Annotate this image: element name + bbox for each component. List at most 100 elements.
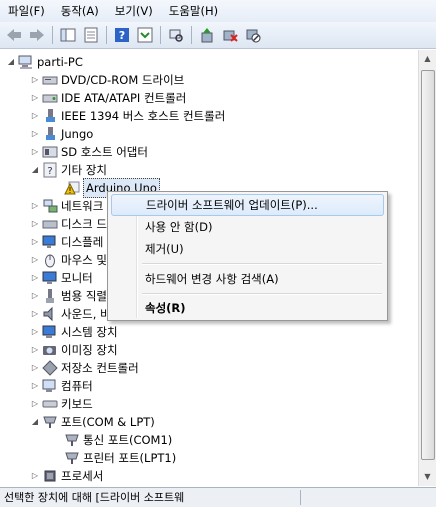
toolbar-separator bbox=[52, 26, 53, 44]
tree-item-sd[interactable]: ▷ SD 호스트 어댑터 bbox=[30, 143, 148, 161]
imaging-device-icon bbox=[42, 342, 58, 358]
tree-item-label: 저장소 컨트롤러 bbox=[61, 361, 139, 375]
expand-icon[interactable]: ▷ bbox=[30, 89, 40, 107]
tree-item-ide[interactable]: ▷ IDE ATA/ATAPI 컨트롤러 bbox=[30, 89, 186, 107]
menu-scan-hardware[interactable]: 하드웨어 변경 사항 검색(A) bbox=[111, 268, 384, 290]
menu-disable[interactable]: 사용 안 함(D) bbox=[111, 216, 384, 238]
forward-icon[interactable] bbox=[27, 25, 47, 45]
computer-icon bbox=[42, 378, 58, 394]
menu-uninstall[interactable]: 제거(U) bbox=[111, 238, 384, 260]
expand-icon[interactable]: ▷ bbox=[30, 233, 40, 251]
tree-item-sound[interactable]: ▷ 사운드, 비 bbox=[30, 305, 111, 323]
unknown-device-icon: ? bbox=[42, 162, 58, 178]
expand-icon[interactable]: ▷ bbox=[30, 359, 40, 377]
tree-item-label: 이미징 장치 bbox=[61, 343, 118, 357]
tree-item-label: IEEE 1394 버스 호스트 컨트롤러 bbox=[61, 109, 226, 123]
expand-icon[interactable]: ▷ bbox=[30, 107, 40, 125]
storage-controller-icon bbox=[42, 360, 58, 376]
ieee1394-icon bbox=[42, 108, 58, 124]
tree-item-storage[interactable]: ▷ 저장소 컨트롤러 bbox=[30, 359, 139, 377]
tree-item-mouse[interactable]: ▷ 마우스 및 bbox=[30, 251, 107, 269]
uninstall-icon[interactable] bbox=[220, 25, 240, 45]
disable-icon[interactable] bbox=[243, 25, 263, 45]
expand-icon[interactable]: ▷ bbox=[30, 215, 40, 233]
tree-item-label: IDE ATA/ATAPI 컨트롤러 bbox=[61, 91, 187, 105]
tree-item-label: 통신 포트(COM1) bbox=[83, 433, 173, 447]
display-adapter-icon bbox=[42, 234, 58, 250]
help-icon[interactable]: ? bbox=[112, 25, 132, 45]
vertical-scrollbar[interactable]: ▲ ▼ bbox=[418, 50, 436, 486]
tree-item-lpt1[interactable]: 프린터 포트(LPT1) bbox=[52, 449, 176, 467]
tree-item-com1[interactable]: 통신 포트(COM1) bbox=[52, 431, 172, 449]
collapse-icon[interactable]: ◢ bbox=[30, 161, 40, 179]
tree-item-label: 디스플레 bbox=[61, 235, 104, 249]
toolbar-separator bbox=[106, 26, 107, 44]
expand-icon[interactable]: ▷ bbox=[30, 71, 40, 89]
tree-item-dvd[interactable]: ▷ DVD/CD-ROM 드라이브 bbox=[30, 71, 184, 89]
collapse-icon[interactable]: ◢ bbox=[6, 53, 16, 71]
expand-icon[interactable]: ▷ bbox=[30, 341, 40, 359]
expand-icon[interactable]: ▷ bbox=[30, 323, 40, 341]
menu-action[interactable]: 동작(A) bbox=[53, 0, 107, 22]
expand-icon[interactable]: ▷ bbox=[30, 197, 40, 215]
menu-file[interactable]: 파일(F) bbox=[0, 0, 53, 22]
tree-item-computer[interactable]: ▷ 컴퓨터 bbox=[30, 377, 93, 395]
monitor-icon bbox=[42, 270, 58, 286]
scan-hardware-icon[interactable] bbox=[166, 25, 186, 45]
toolbar-separator bbox=[160, 26, 161, 44]
tree-item-ports[interactable]: ◢ 포트(COM & LPT) bbox=[30, 413, 155, 431]
device-icon bbox=[42, 126, 58, 142]
port-icon bbox=[64, 450, 80, 466]
system-device-icon bbox=[42, 324, 58, 340]
expand-icon[interactable]: ▷ bbox=[30, 269, 40, 287]
expand-icon[interactable]: ▷ bbox=[30, 143, 40, 161]
tree-item-monitor[interactable]: ▷ 모니터 bbox=[30, 269, 93, 287]
scroll-down-icon[interactable]: ▼ bbox=[419, 468, 436, 485]
expand-icon[interactable]: ▷ bbox=[30, 125, 40, 143]
tree-item-label: 범용 직렬 bbox=[61, 289, 107, 303]
tree-item-processor[interactable]: ▷ 프로세서 bbox=[30, 467, 103, 485]
menu-help[interactable]: 도움말(H) bbox=[161, 0, 226, 22]
tree-item-display[interactable]: ▷ 디스플레 bbox=[30, 233, 103, 251]
expand-icon[interactable]: ▷ bbox=[30, 377, 40, 395]
keyboard-icon bbox=[42, 396, 58, 412]
sound-icon bbox=[42, 306, 58, 322]
tree-item-keyboard[interactable]: ▷ 키보드 bbox=[30, 395, 93, 413]
tree-item-ieee1394[interactable]: ▷ IEEE 1394 버스 호스트 컨트롤러 bbox=[30, 107, 225, 125]
back-icon[interactable] bbox=[4, 25, 24, 45]
scroll-up-icon[interactable]: ▲ bbox=[419, 50, 436, 67]
tree-item-label: DVD/CD-ROM 드라이브 bbox=[61, 73, 185, 87]
tree-item-imaging[interactable]: ▷ 이미징 장치 bbox=[30, 341, 118, 359]
toolbar-separator bbox=[191, 26, 192, 44]
tree-item-label: 포트(COM & LPT) bbox=[61, 415, 155, 429]
expand-icon[interactable]: ▷ bbox=[30, 305, 40, 323]
svg-text:?: ? bbox=[119, 29, 125, 42]
expand-icon[interactable]: ▷ bbox=[30, 287, 40, 305]
tree-item-other-devices[interactable]: ◢ ? 기타 장치 bbox=[30, 161, 107, 179]
expand-icon[interactable]: ▷ bbox=[30, 395, 40, 413]
update-driver-icon[interactable] bbox=[197, 25, 217, 45]
tree-item-jungo[interactable]: ▷ Jungo bbox=[30, 125, 93, 143]
tree-item-usb[interactable]: ▷ 범용 직렬 bbox=[30, 287, 107, 305]
menu-properties[interactable]: 속성(R) bbox=[111, 297, 384, 319]
show-hide-tree-icon[interactable] bbox=[58, 25, 78, 45]
sd-adapter-icon bbox=[42, 144, 58, 160]
properties-icon[interactable] bbox=[81, 25, 101, 45]
tree-item-label: 프로세서 bbox=[61, 469, 104, 483]
menu-update-driver[interactable]: 드라이버 소프트웨어 업데이트(P)... bbox=[111, 194, 384, 216]
tree-item-network[interactable]: ▷ 네트워크 bbox=[30, 197, 103, 215]
tree-item-disk[interactable]: ▷ 디스크 드 bbox=[30, 215, 107, 233]
tree-item-label: 모니터 bbox=[61, 271, 93, 285]
usb-controller-icon bbox=[42, 288, 58, 304]
expand-icon[interactable]: ▷ bbox=[30, 467, 40, 485]
collapse-icon[interactable]: ◢ bbox=[30, 413, 40, 431]
expand-icon[interactable]: ▷ bbox=[30, 251, 40, 269]
tree-item-system[interactable]: ▷ 시스템 장치 bbox=[30, 323, 118, 341]
scroll-thumb[interactable] bbox=[421, 70, 435, 460]
tree-item-label: SD 호스트 어댑터 bbox=[61, 145, 148, 159]
menu-view[interactable]: 보기(V) bbox=[107, 0, 161, 22]
action-pane-icon[interactable] bbox=[135, 25, 155, 45]
dvd-drive-icon bbox=[42, 72, 58, 88]
tree-root[interactable]: ◢ parti-PC bbox=[6, 53, 83, 71]
tree-item-label: 컴퓨터 bbox=[61, 379, 93, 393]
